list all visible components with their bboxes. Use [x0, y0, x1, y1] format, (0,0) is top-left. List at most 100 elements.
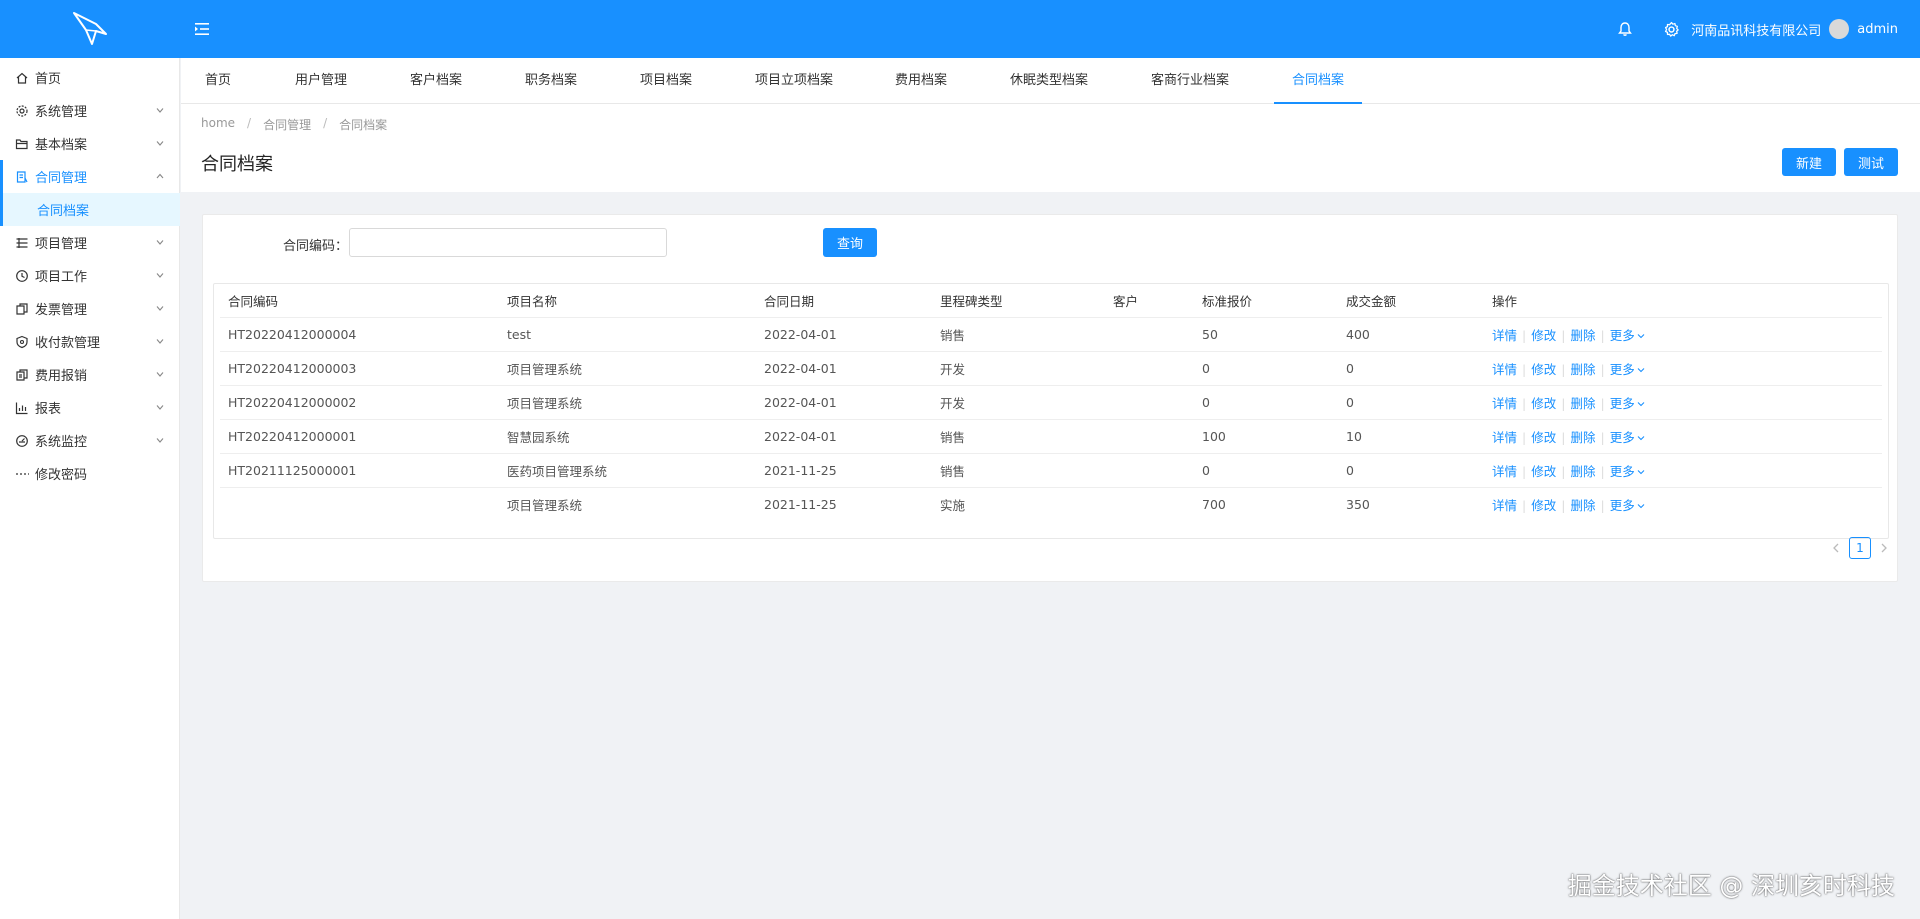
settings-gear-icon[interactable]: [1661, 19, 1681, 39]
cell-date: 2022-04-01: [756, 351, 932, 386]
test-button[interactable]: 测试: [1844, 148, 1898, 176]
next-page-icon[interactable]: [1877, 541, 1891, 555]
sidebar-item-label: 系统监控: [35, 435, 88, 450]
sidebar-item-label: 合同管理: [35, 171, 88, 186]
delete-link[interactable]: 删除: [1570, 328, 1595, 343]
more-dropdown[interactable]: 更多: [1610, 362, 1645, 377]
cell-actions: 详情 | 修改 | 删除 | 更多: [1484, 419, 1882, 454]
sidebar-item-basic-archive[interactable]: 基本档案: [0, 127, 180, 160]
tab-home[interactable]: 首页: [205, 58, 231, 104]
sidebar-item-invoice-mgmt[interactable]: 发票管理: [0, 292, 180, 325]
delete-link[interactable]: 删除: [1570, 430, 1595, 445]
avatar[interactable]: [1829, 19, 1850, 39]
tab-customer-archive[interactable]: 客户档案: [410, 58, 462, 104]
home-icon: [15, 71, 29, 85]
menu-collapse-icon[interactable]: [193, 20, 211, 38]
edit-link[interactable]: 修改: [1531, 328, 1556, 343]
cell-customer: [1105, 317, 1194, 352]
delete-link[interactable]: 删除: [1570, 464, 1595, 479]
bell-icon[interactable]: [1615, 19, 1635, 39]
tab-dormant-type-archive[interactable]: 休眠类型档案: [1010, 58, 1088, 104]
edit-link[interactable]: 修改: [1531, 430, 1556, 445]
cell-code: HT20220412000003: [220, 351, 499, 386]
cell-price: 700: [1202, 496, 1226, 512]
sidebar-item-project-work[interactable]: 项目工作: [0, 259, 180, 292]
more-dropdown[interactable]: 更多: [1610, 328, 1645, 343]
cell-customer: [1105, 385, 1194, 420]
receipt-icon: [15, 368, 29, 382]
sidebar-item-home[interactable]: 首页: [0, 61, 180, 94]
clock-icon: [15, 269, 29, 283]
detail-link[interactable]: 详情: [1492, 362, 1517, 377]
tab-vendor-industry-archive[interactable]: 客商行业档案: [1151, 58, 1229, 104]
cell-name: 医药项目管理系统: [499, 453, 756, 488]
sidebar-item-system-mgmt[interactable]: 系统管理: [0, 94, 180, 127]
cell-date: 2022-04-01: [756, 385, 932, 420]
tab-expense-archive[interactable]: 费用档案: [895, 58, 947, 104]
tab-contract-archive[interactable]: 合同档案: [1273, 58, 1363, 104]
cell-amount: 400: [1338, 317, 1484, 352]
sidebar-item-payment-mgmt[interactable]: 收付款管理: [0, 325, 180, 358]
sidebar-item-label: 项目管理: [35, 237, 88, 252]
tab-user-mgmt[interactable]: 用户管理: [295, 58, 347, 104]
edit-link[interactable]: 修改: [1531, 464, 1556, 479]
query-button[interactable]: 查询: [823, 228, 877, 257]
chevron-up-icon: [156, 173, 164, 179]
chevron-down-icon: [1637, 368, 1645, 373]
tab-project-approval-archive[interactable]: 项目立项档案: [755, 58, 833, 104]
cell-code: HT20220412000001: [220, 419, 499, 454]
delete-link[interactable]: 删除: [1570, 362, 1595, 377]
tab-project-archive[interactable]: 项目档案: [640, 58, 692, 104]
edit-link[interactable]: 修改: [1531, 498, 1556, 513]
sidebar-item-project-mgmt[interactable]: 项目管理: [0, 226, 180, 259]
prev-page-icon[interactable]: [1829, 541, 1843, 555]
more-dropdown[interactable]: 更多: [1610, 464, 1645, 479]
table-header-row: 合同编码 项目名称 合同日期 里程碑类型 客户 标准报价 成交金额 操作: [220, 284, 1882, 318]
cell-type: 销售: [932, 453, 1105, 488]
detail-link[interactable]: 详情: [1492, 498, 1517, 513]
contract-code-input[interactable]: [349, 228, 667, 257]
sidebar-item-change-password[interactable]: 修改密码: [0, 457, 180, 490]
tab-position-archive[interactable]: 职务档案: [525, 58, 577, 104]
table-row[interactable]: HT20220412000004 test 2022-04-01 销售 50 400 详情…: [220, 317, 1882, 352]
more-dropdown[interactable]: 更多: [1610, 396, 1645, 411]
sidebar-item-label: 修改密码: [35, 468, 88, 483]
sidebar-subitem-contract-archive[interactable]: 合同档案: [0, 193, 180, 226]
col-header-code: 合同编码: [220, 284, 499, 318]
sidebar-item-expense-reimburse[interactable]: 费用报销: [0, 358, 180, 391]
more-dropdown[interactable]: 更多: [1610, 430, 1645, 445]
edit-link[interactable]: 修改: [1531, 396, 1556, 411]
col-header-deal-amount: 成交金额: [1338, 284, 1484, 318]
new-button[interactable]: 新建: [1782, 148, 1836, 176]
cell-name: 项目管理系统: [507, 497, 583, 513]
sidebar-item-system-monitor[interactable]: 系统监控: [0, 424, 180, 457]
chevron-down-icon: [156, 438, 164, 443]
table-row[interactable]: HT20220412000003 项目管理系统 2022-04-01 开发 0 0 详情 |…: [220, 351, 1882, 386]
page-number[interactable]: 1: [1849, 537, 1871, 559]
detail-link[interactable]: 详情: [1492, 464, 1517, 479]
cell-type: 开发: [932, 385, 1105, 420]
breadcrumb-home[interactable]: home: [201, 116, 235, 133]
breadcrumb-contract-mgmt[interactable]: 合同管理: [263, 116, 311, 133]
table-row[interactable]: HT20211125000001 医药项目管理系统 2021-11-25 销售 0 0 详…: [220, 453, 1882, 488]
cell-customer: [1105, 453, 1194, 488]
delete-link[interactable]: 删除: [1570, 396, 1595, 411]
more-label: 更多: [1609, 395, 1635, 411]
table-row[interactable]: HT20220412000001 智慧园系统 2022-04-01 销售 100 10 详…: [220, 419, 1882, 454]
table-row[interactable]: HT20220412000002 项目管理系统 2022-04-01 开发 0 0 详情 |…: [220, 385, 1882, 420]
sidebar-item-contract-mgmt[interactable]: 合同管理: [0, 160, 180, 193]
detail-link[interactable]: 详情: [1492, 328, 1517, 343]
username[interactable]: admin: [1857, 22, 1898, 37]
detail-link[interactable]: 详情: [1492, 430, 1517, 445]
more-dropdown[interactable]: 更多: [1610, 498, 1645, 513]
cell-actions: 详情 | 修改 | 删除 | 更多: [1484, 487, 1882, 521]
table-row[interactable]: 项目管理系统 2021-11-25 实施 700 350 详情 | 修改 | 删除 | 更多: [220, 487, 1882, 521]
delete-link[interactable]: 删除: [1570, 498, 1595, 513]
chevron-down-icon: [1637, 470, 1645, 475]
more-label: 更多: [1609, 463, 1635, 479]
folder-open-icon: [15, 137, 29, 151]
sidebar-item-label: 首页: [35, 72, 62, 87]
edit-link[interactable]: 修改: [1531, 362, 1556, 377]
detail-link[interactable]: 详情: [1492, 396, 1517, 411]
sidebar-item-reports[interactable]: 报表: [0, 391, 180, 424]
